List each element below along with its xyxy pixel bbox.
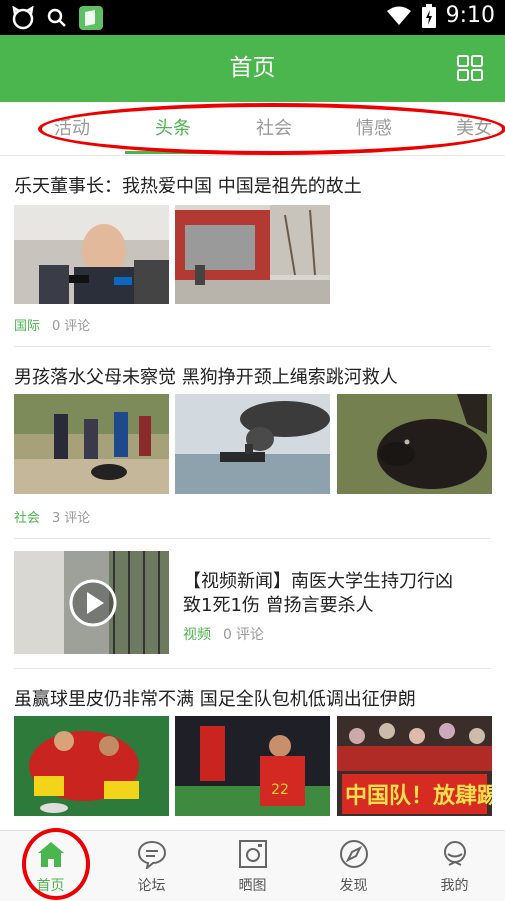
- news-item[interactable]: 虽赢球里皮仍非常不满 国足全队包机低调出征伊朗 22 中国队！放肆踢: [0, 669, 505, 830]
- news-image: [337, 394, 492, 494]
- news-image: [14, 716, 169, 816]
- play-icon[interactable]: [68, 578, 118, 628]
- news-title-line2[interactable]: 致1死1伤 曾扬言要杀人: [183, 591, 495, 617]
- video-thumbnail[interactable]: [14, 551, 169, 654]
- news-meta: 视频 0 评论: [183, 624, 264, 644]
- wifi-icon: [386, 6, 411, 25]
- compass-icon: [340, 840, 368, 868]
- annotation-circle: [22, 828, 90, 900]
- battery-icon: [421, 3, 436, 28]
- status-bar: 9:10: [0, 0, 505, 35]
- news-image: [14, 394, 169, 494]
- news-meta: 社会 3 评论: [14, 507, 90, 526]
- banner-text: 中国队！放肆踢: [345, 784, 492, 809]
- comment-label: 评论: [64, 511, 91, 526]
- news-app-icon: [79, 6, 103, 30]
- news-feed[interactable]: 乐天董事长：我热爱中国 中国是祖先的故土 国际 0 评论 男孩落水父母未察觉 黑…: [0, 155, 505, 830]
- nav-photos[interactable]: 晒图: [202, 831, 303, 901]
- news-image: [175, 394, 330, 494]
- news-image: [175, 205, 330, 304]
- news-title[interactable]: 男孩落水父母未察觉 黑狗挣开颈上绳索跳河救人: [14, 363, 495, 389]
- comment-count: 0: [223, 627, 232, 643]
- grid-menu-icon[interactable]: [457, 55, 483, 81]
- news-category: 社会: [14, 511, 41, 526]
- comment-count: 3: [52, 511, 61, 526]
- search-icon: [47, 8, 66, 27]
- annotation-ellipse: [38, 103, 505, 155]
- nav-photos-label: 晒图: [238, 878, 267, 894]
- user-icon: [444, 841, 466, 866]
- svg-text:22: 22: [271, 782, 289, 798]
- cat-app-icon: [12, 6, 34, 30]
- comment-label: 评论: [235, 627, 264, 643]
- comment-label: 评论: [64, 319, 91, 334]
- nav-profile-label: 我的: [440, 878, 469, 894]
- chat-bubble-icon: [137, 840, 167, 869]
- nav-forum[interactable]: 论坛: [101, 831, 202, 901]
- news-title[interactable]: 乐天董事长：我热爱中国 中国是祖先的故土: [14, 172, 495, 198]
- nav-forum-label: 论坛: [137, 878, 166, 894]
- nav-discover[interactable]: 发现: [303, 831, 404, 901]
- app-bar: 首页: [0, 35, 505, 102]
- status-time: 9:10: [445, 3, 495, 28]
- nav-discover-label: 发现: [339, 878, 368, 894]
- news-category: 视频: [183, 627, 211, 643]
- news-item[interactable]: 乐天董事长：我热爱中国 中国是祖先的故土 国际 0 评论: [0, 155, 505, 345]
- news-image: 中国队！放肆踢: [337, 716, 492, 816]
- news-category: 国际: [14, 319, 41, 334]
- page-title: 首页: [229, 55, 276, 81]
- news-title[interactable]: 虽赢球里皮仍非常不满 国足全队包机低调出征伊朗: [14, 685, 495, 711]
- news-item-video[interactable]: 【视频新闻】南医大学生持刀行凶 致1死1伤 曾扬言要杀人 视频 0 评论: [0, 539, 505, 667]
- comment-count: 0: [52, 319, 61, 334]
- nav-profile[interactable]: 我的: [404, 831, 505, 901]
- news-item[interactable]: 男孩落水父母未察觉 黑狗挣开颈上绳索跳河救人 社会 3 评论: [0, 347, 505, 537]
- news-image: [14, 205, 169, 304]
- news-title-line1[interactable]: 【视频新闻】南医大学生持刀行凶: [183, 567, 495, 593]
- news-meta: 国际 0 评论: [14, 315, 90, 334]
- news-image: 22: [175, 716, 330, 816]
- camera-icon: [239, 840, 267, 868]
